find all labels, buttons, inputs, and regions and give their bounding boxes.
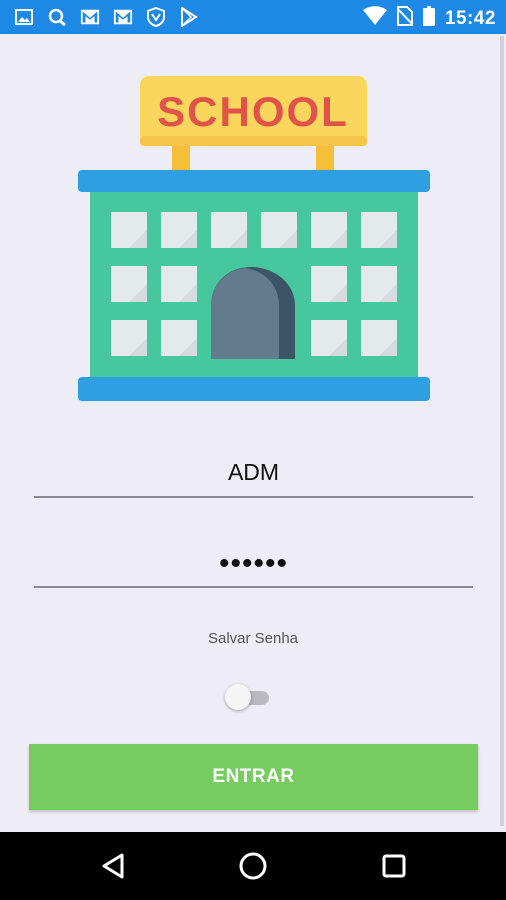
play-store-icon	[179, 7, 199, 27]
image-icon	[14, 7, 34, 27]
save-password-label: Salvar Senha	[207, 630, 299, 647]
username-underline	[34, 496, 473, 498]
password-underline	[34, 586, 473, 588]
login-button[interactable]: ENTRAR	[29, 744, 478, 810]
login-screen: SCHOOL ADM •••••• Salvar Senha ENTRAR	[0, 34, 506, 832]
username-value: ADM	[227, 459, 280, 485]
recents-icon[interactable]	[378, 850, 410, 882]
home-icon[interactable]	[237, 850, 269, 882]
navigation-bar	[0, 832, 506, 900]
wifi-icon	[362, 6, 387, 31]
school-logo: SCHOOL	[78, 76, 430, 401]
battery-icon	[422, 6, 435, 31]
status-bar: 15:42	[0, 0, 506, 34]
switch-thumb	[225, 684, 251, 710]
shield-icon	[146, 7, 166, 27]
sync-icon	[47, 7, 67, 27]
gmail-icon	[113, 7, 133, 27]
gmail-icon	[80, 7, 100, 27]
save-password-switch[interactable]	[225, 684, 271, 710]
username-field[interactable]: ADM	[34, 459, 473, 498]
school-sign-text: SCHOOL	[157, 88, 349, 135]
notification-icons	[14, 7, 199, 27]
password-field[interactable]: ••••••	[34, 547, 473, 588]
clock: 15:42	[444, 7, 496, 29]
password-value: ••••••	[218, 547, 289, 580]
back-icon[interactable]	[97, 850, 129, 882]
no-sim-icon	[396, 6, 414, 31]
